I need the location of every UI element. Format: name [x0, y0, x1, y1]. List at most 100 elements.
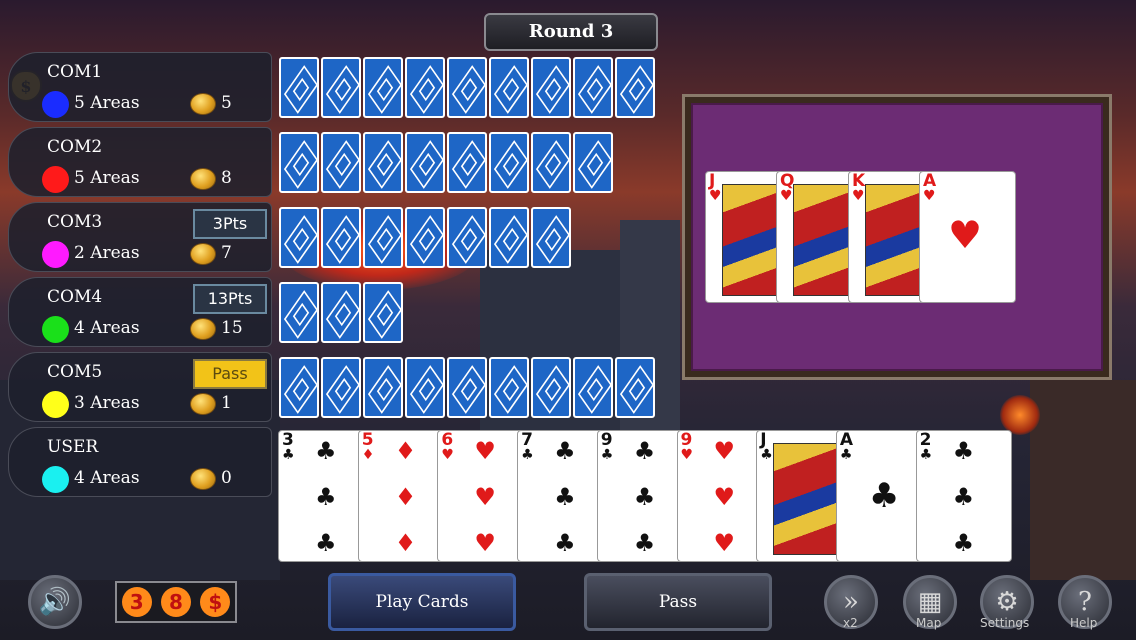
card-back [321, 282, 361, 343]
card-pip: ♣ [315, 529, 337, 557]
player-badge: 3Pts [193, 209, 267, 239]
card-back [489, 357, 529, 418]
card-back [405, 57, 445, 118]
card-back [573, 132, 613, 193]
card-pip: ♣ [633, 437, 656, 465]
speaker-icon[interactable]: 🔊 [28, 575, 82, 629]
player-name: COM5 [47, 362, 103, 382]
area-color-dot [42, 166, 69, 193]
card-back [447, 207, 487, 268]
card-suit: ♣ [760, 447, 773, 463]
card-suit: ♣ [282, 447, 295, 463]
player-areas: 2 Areas [74, 243, 140, 263]
player-name: COM1 [47, 62, 103, 82]
card-back [321, 357, 361, 418]
card-suit: ♣ [839, 447, 853, 463]
card-pip: ♣ [952, 529, 975, 557]
card-suit: ♥ [709, 188, 722, 204]
card-suit: ♣ [600, 447, 614, 463]
card-suit: ♥ [852, 188, 865, 204]
coin-icon [190, 393, 216, 415]
card-pip: ♥ [474, 529, 496, 557]
coin-icon [190, 243, 216, 265]
card-back [363, 207, 403, 268]
hand-card[interactable]: 2 ♣ ♣ ♣ ♣ [915, 430, 1012, 562]
card-pip: ♣ [554, 529, 576, 557]
player-coins: 7 [221, 243, 232, 263]
card-suit: ♥ [680, 447, 694, 463]
stats-box[interactable]: 3 8 $ [115, 581, 237, 623]
card-back [531, 207, 571, 268]
card-pip: ♣ [952, 437, 975, 465]
player-areas: 4 Areas [74, 468, 140, 488]
card-pip: ♥ [713, 437, 736, 465]
card-pip: ♥ [474, 437, 496, 465]
help-label: Help [1070, 616, 1098, 630]
card-pip: ♣ [315, 437, 337, 465]
card-pip: ♣ [868, 476, 900, 516]
card-backs-com5 [279, 357, 657, 418]
player-badge: Pass [193, 359, 267, 389]
card-back [405, 207, 445, 268]
player-panel-com2: COM2 5 Areas 8 [8, 127, 272, 197]
player-coins: 5 [221, 93, 232, 113]
card-backs-com4 [279, 282, 405, 343]
coin-icon [190, 318, 216, 340]
card-back [489, 57, 529, 118]
card-back [321, 57, 361, 118]
card-backs-com3 [279, 207, 573, 268]
card-back [573, 57, 613, 118]
card-back [279, 282, 319, 343]
player-name: COM4 [47, 287, 103, 307]
card-back [279, 132, 319, 193]
player-areas: 5 Areas [74, 168, 140, 188]
player-coins: 0 [221, 468, 232, 488]
card-pip: ♣ [633, 529, 656, 557]
player-areas: 3 Areas [74, 393, 140, 413]
round-banner: Round 3 [484, 13, 658, 51]
player-badge: 13Pts [193, 284, 267, 314]
area-color-dot [42, 91, 69, 118]
card-pip: ♣ [315, 483, 337, 511]
speed-label: x2 [843, 616, 858, 630]
card-suit: ♦ [361, 447, 375, 463]
player-coins: 8 [221, 168, 232, 188]
card-pip: ♥ [948, 213, 983, 257]
card-pip: ♦ [394, 483, 417, 511]
play-cards-button[interactable]: Play Cards [328, 573, 516, 631]
card-back [363, 282, 403, 343]
card-suit: ♣ [521, 447, 534, 463]
card-back [447, 57, 487, 118]
card-pip: ♣ [952, 483, 975, 511]
card-back [279, 357, 319, 418]
card-suit: ♥ [780, 188, 793, 204]
card-back [321, 207, 361, 268]
player-name: USER [47, 437, 99, 457]
card-back [405, 132, 445, 193]
card-pip: ♣ [633, 483, 656, 511]
area-color-dot [42, 466, 69, 493]
card-back [363, 132, 403, 193]
area-color-dot [42, 391, 69, 418]
card-back [279, 57, 319, 118]
background-wall-right [1030, 380, 1136, 580]
settings-label: Settings [980, 616, 1030, 630]
stat-3-icon: 3 [121, 587, 152, 617]
card-back [321, 132, 361, 193]
card-pip: ♣ [554, 483, 576, 511]
player-panel-com1: COM1 5 Areas 5 [8, 52, 272, 122]
player-name: COM3 [47, 212, 103, 232]
trick-card: A ♥ ♥ [919, 171, 1016, 303]
card-pip: ♣ [554, 437, 576, 465]
card-backs-com1 [279, 57, 657, 118]
card-pip: ♥ [474, 483, 496, 511]
card-pip: ♦ [394, 529, 417, 557]
card-back [447, 132, 487, 193]
card-back [363, 57, 403, 118]
player-panel-com5: COM5 3 Areas 1 Pass [8, 352, 272, 422]
player-coins: 1 [221, 393, 232, 413]
card-back [363, 357, 403, 418]
player-panel-user: USER 4 Areas 0 [8, 427, 272, 497]
pass-button[interactable]: Pass [584, 573, 772, 631]
card-pip: ♥ [713, 529, 736, 557]
